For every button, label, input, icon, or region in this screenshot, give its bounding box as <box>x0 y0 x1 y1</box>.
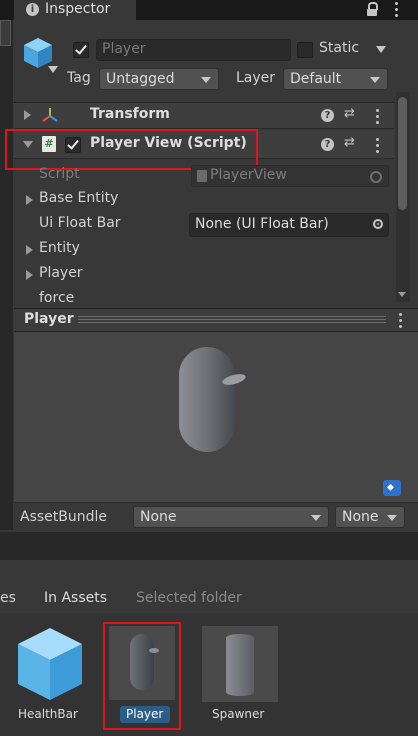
presets-icon[interactable]: ⇄ <box>344 106 355 121</box>
help-icon[interactable]: ? <box>321 109 334 122</box>
static-dropdown-icon[interactable] <box>376 46 386 53</box>
force-label: force <box>39 290 75 306</box>
presets-icon[interactable]: ⇄ <box>344 135 355 150</box>
transform-axes-icon <box>41 106 59 124</box>
highlight-box <box>103 622 181 730</box>
assetbundle-variant-dropdown[interactable]: None <box>335 506 405 528</box>
asset-healthbar[interactable]: HealthBar <box>10 622 90 726</box>
layer-dropdown[interactable]: Default <box>283 68 388 90</box>
object-picker-icon[interactable] <box>373 219 383 229</box>
kebab-menu-icon[interactable] <box>376 109 380 127</box>
transform-label: Transform <box>90 106 170 122</box>
player-label[interactable]: Player <box>39 265 83 281</box>
scene-panel-edge <box>0 20 13 530</box>
base-entity-label[interactable]: Base Entity <box>39 190 118 206</box>
static-label: Static <box>319 40 360 56</box>
layer-label: Layer <box>236 70 276 86</box>
scene-panel-edge-highlight <box>0 20 11 46</box>
player-foldout-icon[interactable] <box>26 270 33 280</box>
base-entity-foldout-icon[interactable] <box>26 195 33 205</box>
cube-prefab-icon <box>14 624 86 704</box>
script-field-label: Script <box>39 166 80 182</box>
kebab-menu-icon[interactable] <box>395 2 399 20</box>
ui-float-bar-label: Ui Float Bar <box>39 215 121 231</box>
search-tab-in-assets[interactable]: In Assets <box>44 590 107 606</box>
asset-spawner[interactable]: Spawner <box>200 622 280 726</box>
search-tab-selected-folder[interactable]: Selected folder <box>136 590 242 606</box>
assetbundle-label: AssetBundle <box>20 509 108 525</box>
script-file-icon <box>197 170 207 182</box>
window-separator <box>0 532 418 560</box>
script-field: PlayerView <box>191 165 389 187</box>
active-checkbox[interactable] <box>73 42 89 58</box>
asset-name: HealthBar <box>18 707 78 721</box>
entity-label[interactable]: Entity <box>39 240 80 256</box>
kebab-menu-icon[interactable] <box>399 313 403 331</box>
tag-dropdown[interactable]: Untagged <box>99 68 219 90</box>
help-icon[interactable]: ? <box>321 138 334 151</box>
scroll-down-arrow-icon[interactable] <box>398 292 406 297</box>
ui-float-bar-field[interactable]: None (UI Float Bar) <box>189 213 389 237</box>
cylinder-prefab-thumbnail <box>202 626 278 702</box>
static-checkbox[interactable] <box>297 42 313 58</box>
transform-header[interactable] <box>14 102 394 129</box>
preview-drag-handle[interactable] <box>78 316 386 324</box>
preview-title: Player <box>24 311 74 327</box>
highlight-box <box>5 129 258 170</box>
entity-foldout-icon[interactable] <box>26 245 33 255</box>
tag-label: Tag <box>67 70 91 86</box>
inspector-tab[interactable]: i Inspector <box>14 0 136 20</box>
capsule-model <box>179 347 235 452</box>
assetbundle-name-dropdown[interactable]: None <box>133 506 329 528</box>
asset-label-icon[interactable]: ⬥ <box>383 480 401 496</box>
name-field[interactable]: Player <box>96 39 291 61</box>
icon-dropdown-icon[interactable] <box>48 66 58 73</box>
inspector-tab-label: Inspector <box>45 1 111 17</box>
search-tab-partial[interactable]: es <box>0 590 16 606</box>
asset-name: Spawner <box>212 707 265 721</box>
info-icon: i <box>26 3 39 16</box>
kebab-menu-icon[interactable] <box>376 138 380 156</box>
lock-icon[interactable] <box>366 1 378 17</box>
object-picker-icon <box>370 171 382 183</box>
scrollbar-thumb[interactable] <box>398 97 407 210</box>
transform-foldout-icon[interactable] <box>24 110 31 120</box>
